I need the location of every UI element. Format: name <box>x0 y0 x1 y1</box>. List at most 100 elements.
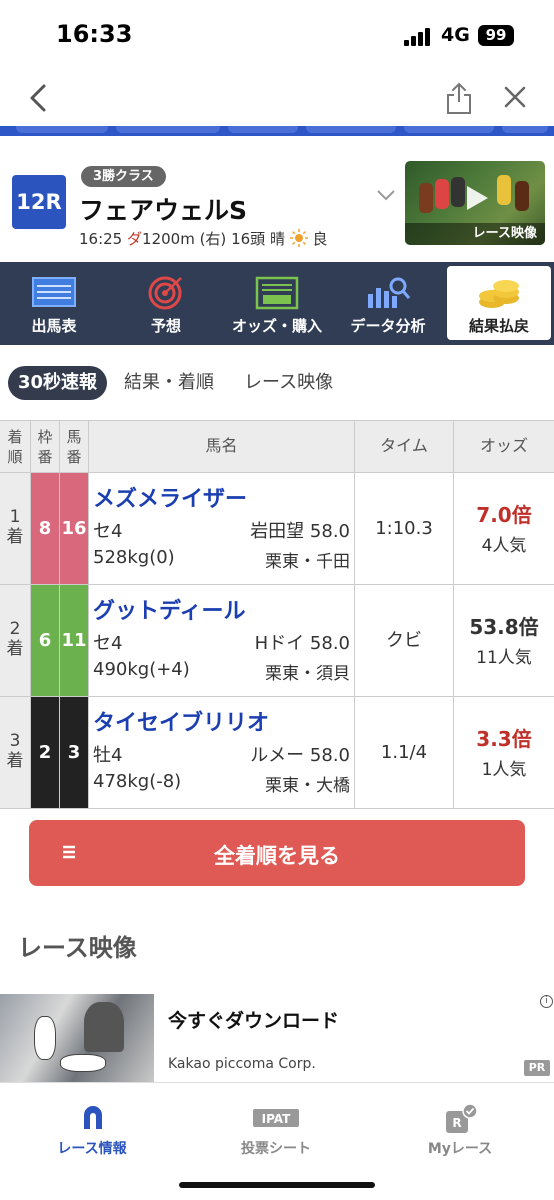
tab-quick-report[interactable]: 30秒速報 <box>8 366 108 400</box>
ad-info-icon[interactable]: i <box>540 995 553 1008</box>
table-row[interactable]: 3 着 2 3 タイセイブリリオ 牡4 ルメー 58.0 478kg(-8) 栗… <box>0 697 554 809</box>
entry-table-icon <box>32 277 76 307</box>
tabbar-label: Myレース <box>427 1141 493 1157</box>
close-icon[interactable] <box>500 82 530 112</box>
finish-position: 2 着 <box>0 585 31 696</box>
tabbar-label: 投票シート <box>241 1141 311 1157</box>
jockey-weight: 岩田望 58.0 <box>250 521 350 542</box>
status-bar: 16:33 4G 99 <box>0 0 554 70</box>
horse-name-link[interactable]: グットディール <box>93 593 245 625</box>
waku-number: 2 <box>31 697 60 808</box>
ad-pr-badge: PR <box>524 1060 550 1076</box>
horse-info: メズメライザー セ4 岩田望 58.0 528kg(0) 栗東・千田 <box>89 473 355 584</box>
race-class-badge: 3勝クラス <box>81 166 166 187</box>
header-text: 枠 <box>37 428 53 446</box>
header-text: 番 <box>66 448 82 466</box>
race-video-thumbnail[interactable]: レース映像 <box>405 161 545 245</box>
finish-time: 1.1/4 <box>355 697 454 808</box>
menu-entry-table[interactable]: 出馬表 <box>2 266 106 340</box>
header-text: 着 <box>7 428 23 446</box>
ad-banner[interactable]: 今すぐダウンロード Kakao piccoma Corp. i PR <box>0 994 554 1082</box>
ipat-icon <box>255 276 299 310</box>
body-weight: 528kg(0) <box>93 547 175 568</box>
position-suffix: 着 <box>6 527 24 547</box>
header-waku: 枠 番 <box>31 421 60 473</box>
finish-time: クビ <box>355 585 454 696</box>
odds-cell: 53.8倍 11人気 <box>454 585 554 696</box>
header-horse: 馬名 <box>89 421 355 473</box>
body-weight: 478kg(-8) <box>93 771 182 792</box>
waku-number: 6 <box>31 585 60 696</box>
horse-number: 16 <box>60 473 89 584</box>
trainer: 栗東・千田 <box>265 552 350 572</box>
race-track-condition: 良 <box>312 230 328 248</box>
menu-label: オッズ・購入 <box>231 317 322 335</box>
svg-text:IPAT: IPAT <box>262 1112 292 1126</box>
menu-results-payout[interactable]: 結果払戻 <box>447 266 551 340</box>
race-time: 16:25 <box>79 230 123 248</box>
header-time: タイム <box>355 421 454 473</box>
odds-cell: 3.3倍 1人気 <box>454 697 554 808</box>
popularity: 11人気 <box>476 648 532 668</box>
menu-prediction[interactable]: 予想 <box>114 266 218 340</box>
back-icon[interactable] <box>22 80 58 116</box>
header-text: 順 <box>7 448 23 466</box>
tab-results-order[interactable]: 結果・着順 <box>124 366 214 400</box>
browser-nav-bar <box>0 70 554 126</box>
target-icon <box>148 276 182 310</box>
ad-image[interactable] <box>0 994 154 1082</box>
position-suffix: 着 <box>6 639 24 659</box>
horse-name-link[interactable]: タイセイブリリオ <box>93 705 269 737</box>
popularity: 4人気 <box>481 536 527 556</box>
race-menu-bar: 出馬表 予想 オッズ・購入 データ分析 結果払戻 <box>0 262 554 345</box>
header-text: 番 <box>37 448 53 466</box>
result-table: 着 順 枠 番 馬 番 馬名 タイム オッズ 1 着 8 16 メズメライザー … <box>0 420 554 809</box>
result-tabs: 30秒速報 結果・着順 レース映像 <box>0 362 554 404</box>
header-text: 馬 <box>66 428 82 446</box>
ipat-icon: IPAT <box>253 1109 299 1127</box>
battery-icon: 99 <box>478 25 514 46</box>
finish-position: 3 着 <box>0 697 31 808</box>
table-row[interactable]: 2 着 6 11 グットディール セ4 Hドイ 58.0 490kg(+4) 栗… <box>0 585 554 697</box>
horse-info: グットディール セ4 Hドイ 58.0 490kg(+4) 栗東・須貝 <box>89 585 355 696</box>
position-suffix: 着 <box>6 751 24 771</box>
svg-text:R: R <box>452 1116 461 1130</box>
race-header: 12R 3勝クラス フェアウェルS 16:25 ダ1200m (右) 16頭 晴… <box>0 150 554 258</box>
position-number: 2 <box>9 619 21 639</box>
header-position: 着 順 <box>0 421 31 473</box>
view-all-results-button[interactable]: 全着順を見る <box>29 820 525 886</box>
ad-title[interactable]: 今すぐダウンロード <box>168 1006 339 1033</box>
body-weight: 490kg(+4) <box>93 659 190 680</box>
network-type: 4G <box>441 24 470 46</box>
table-row[interactable]: 1 着 8 16 メズメライザー セ4 岩田望 58.0 528kg(0) 栗東… <box>0 473 554 585</box>
odds-value: 53.8倍 <box>469 615 539 639</box>
chevron-down-icon[interactable] <box>375 186 397 204</box>
race-meta: 16:25 ダ1200m (右) 16頭 晴 良 <box>79 228 328 249</box>
ad-company: Kakao piccoma Corp. <box>168 1056 316 1072</box>
horseshoe-icon <box>84 1106 102 1129</box>
sex-age: セ4 <box>93 521 123 542</box>
menu-odds-purchase[interactable]: オッズ・購入 <box>225 266 329 340</box>
sex-age: セ4 <box>93 633 123 654</box>
menu-label: 出馬表 <box>31 317 77 335</box>
trainer: 栗東・大橋 <box>265 776 350 796</box>
menu-label: 予想 <box>150 317 181 335</box>
race-surface: ダ <box>127 230 143 248</box>
horse-name-link[interactable]: メズメライザー <box>93 481 247 513</box>
view-all-results-label: 全着順を見る <box>214 844 340 868</box>
menu-label: データ分析 <box>350 317 426 335</box>
signal-icon <box>404 28 434 46</box>
race-runners: 16頭 <box>231 230 266 248</box>
jockey-weight: ルメー 58.0 <box>250 745 350 766</box>
share-icon[interactable] <box>444 80 474 116</box>
sun-icon <box>289 229 308 247</box>
my-race-icon: R <box>446 1103 478 1133</box>
trainer: 栗東・須貝 <box>265 664 350 684</box>
finish-position: 1 着 <box>0 473 31 584</box>
tab-race-video[interactable]: レース映像 <box>244 366 333 400</box>
menu-data-analysis[interactable]: データ分析 <box>336 266 440 340</box>
waku-number: 8 <box>31 473 60 584</box>
odds-cell: 7.0倍 4人気 <box>454 473 554 584</box>
race-distance: 1200m (右) <box>142 230 227 248</box>
position-number: 3 <box>9 731 21 751</box>
